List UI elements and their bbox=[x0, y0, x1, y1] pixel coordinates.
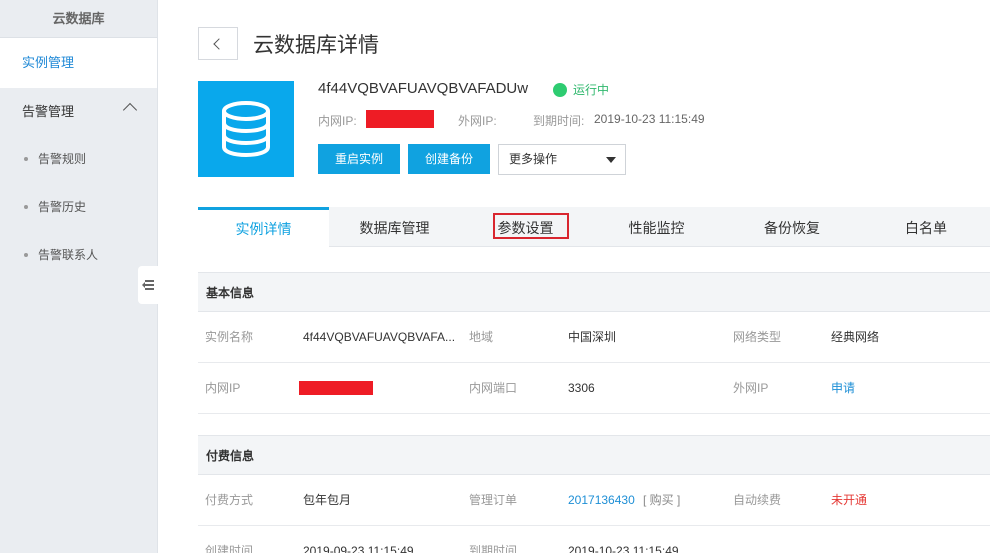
info-row: 付费方式 包年包月 管理订单 2017136430 [ 购买 ] 自动续费 未开… bbox=[198, 475, 990, 526]
status-dot-icon bbox=[553, 82, 567, 97]
chevron-left-icon bbox=[213, 38, 225, 50]
basic-info-section: 基本信息 实例名称 4f44VQBVAFUAVQBVAFA... 地域 中国深圳… bbox=[198, 272, 990, 414]
expire-label: 到期时间: bbox=[533, 114, 585, 128]
expire-time-value: 2019-10-23 11:15:49 bbox=[568, 544, 679, 553]
detail-tabs: 实例详情 数据库管理 参数设置 性能监控 备份恢复 白名单 bbox=[198, 207, 990, 248]
order-label: 管理订单 bbox=[469, 493, 518, 507]
collapse-menu-icon bbox=[142, 280, 154, 290]
network-type-label: 网络类型 bbox=[733, 330, 782, 344]
tab-parameter-settings[interactable]: 参数设置 bbox=[460, 207, 591, 247]
tab-database-management[interactable]: 数据库管理 bbox=[329, 207, 460, 247]
purchase-link[interactable]: [ 购买 ] bbox=[643, 475, 680, 526]
tab-performance-monitoring[interactable]: 性能监控 bbox=[591, 207, 722, 247]
external-ip-label: 外网IP: bbox=[458, 114, 497, 128]
sidebar-item-label: 告警联系人 bbox=[38, 248, 99, 262]
instance-id: 4f44VQBVAFUAVQBVAFADUw bbox=[318, 80, 529, 97]
billing-info-section: 付费信息 付费方式 包年包月 管理订单 2017136430 [ 购买 ] 自动… bbox=[198, 435, 990, 553]
region-label: 地域 bbox=[469, 330, 494, 344]
created-time-value: 2019-09-23 11:15:49 bbox=[303, 544, 414, 553]
section-title: 付费信息 bbox=[198, 435, 990, 475]
info-row: 创建时间 2019-09-23 11:15:49 到期时间 2019-10-23… bbox=[198, 526, 990, 553]
auto-renew-value: 未开通 bbox=[831, 493, 868, 507]
sidebar-item-alarm-rules[interactable]: 告警规则 bbox=[0, 135, 157, 183]
more-actions-label: 更多操作 bbox=[509, 152, 558, 166]
section-title: 基本信息 bbox=[198, 272, 990, 312]
sidebar-title: 云数据库 bbox=[0, 0, 157, 38]
page-title: 云数据库详情 bbox=[253, 34, 379, 57]
redacted-internal-ip bbox=[366, 110, 434, 128]
internal-ip-label: 内网IP bbox=[205, 381, 241, 395]
chevron-up-icon bbox=[122, 102, 138, 118]
tab-instance-details[interactable]: 实例详情 bbox=[198, 207, 329, 248]
tab-whitelist[interactable]: 白名单 bbox=[862, 207, 990, 247]
instance-name-value: 4f44VQBVAFUAVQBVAFA... bbox=[303, 330, 456, 344]
tab-backup-restore[interactable]: 备份恢复 bbox=[722, 207, 862, 247]
create-backup-button[interactable]: 创建备份 bbox=[408, 144, 490, 174]
sidebar-group-alarm-management[interactable]: 告警管理 bbox=[0, 88, 157, 135]
external-ip-label: 外网IP bbox=[733, 381, 769, 395]
auto-renew-label: 自动续费 bbox=[733, 493, 782, 507]
created-time-label: 创建时间 bbox=[205, 544, 254, 553]
internal-port-value: 3306 bbox=[568, 381, 595, 395]
info-row: 实例名称 4f44VQBVAFUAVQBVAFA... 地域 中国深圳 网络类型… bbox=[198, 312, 990, 363]
more-actions-select[interactable]: 更多操作 bbox=[498, 144, 626, 175]
info-row: 内网IP 内网端口 3306 外网IP 申请 bbox=[198, 363, 990, 414]
bullet-icon bbox=[24, 253, 28, 257]
caret-down-icon bbox=[606, 157, 616, 163]
bullet-icon bbox=[24, 157, 28, 161]
sidebar-item-alarm-contacts[interactable]: 告警联系人 bbox=[0, 231, 157, 279]
internal-port-label: 内网端口 bbox=[469, 381, 518, 395]
sidebar-item-alarm-history[interactable]: 告警历史 bbox=[0, 183, 157, 231]
expire-time-label: 到期时间 bbox=[469, 544, 518, 553]
payment-mode-value: 包年包月 bbox=[303, 493, 352, 507]
sidebar-collapse-button[interactable] bbox=[138, 266, 158, 304]
internal-ip-label: 内网IP: bbox=[318, 114, 357, 128]
redacted-internal-ip bbox=[299, 381, 373, 395]
sidebar-group-label: 告警管理 bbox=[22, 104, 75, 119]
status-text: 运行中 bbox=[573, 83, 610, 97]
back-button[interactable] bbox=[198, 27, 238, 60]
sidebar: 云数据库 实例管理 告警管理 告警规则 告警历史 告警联系人 bbox=[0, 0, 158, 553]
sidebar-item-label: 告警历史 bbox=[38, 200, 87, 214]
network-type-value: 经典网络 bbox=[831, 330, 880, 344]
apply-external-ip-link[interactable]: 申请 bbox=[831, 363, 855, 414]
instance-name-label: 实例名称 bbox=[205, 330, 254, 344]
expire-value: 2019-10-23 11:15:49 bbox=[594, 112, 705, 126]
order-number-link[interactable]: 2017136430 bbox=[568, 475, 635, 526]
payment-mode-label: 付费方式 bbox=[205, 493, 254, 507]
bullet-icon bbox=[24, 205, 28, 209]
region-value: 中国深圳 bbox=[568, 330, 617, 344]
sidebar-item-instance-management[interactable]: 实例管理 bbox=[0, 38, 157, 88]
database-icon bbox=[198, 81, 294, 177]
status-badge: 运行中 bbox=[553, 81, 609, 98]
restart-instance-button[interactable]: 重启实例 bbox=[318, 144, 400, 174]
sidebar-item-label: 告警规则 bbox=[38, 152, 87, 166]
